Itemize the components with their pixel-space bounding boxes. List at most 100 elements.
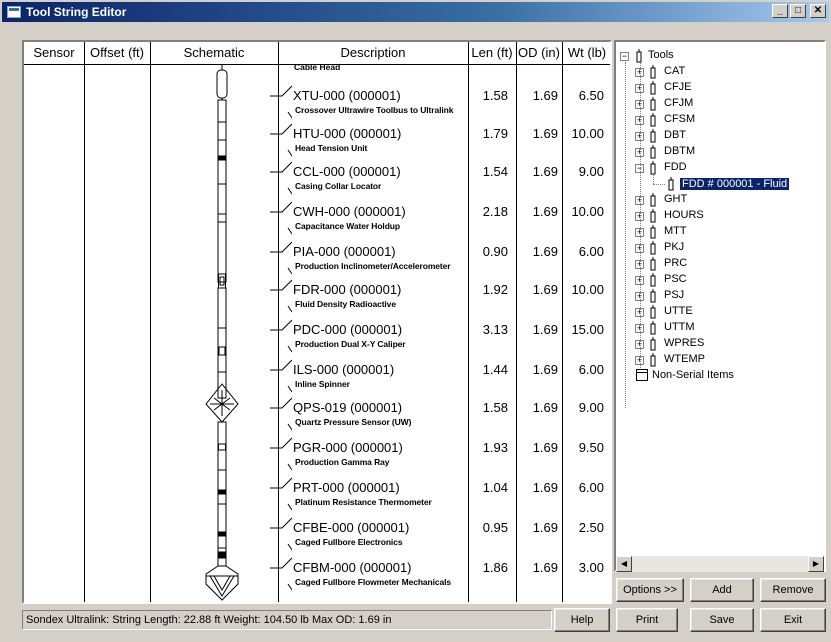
save-button[interactable]: Save: [690, 608, 754, 632]
tree-item-label[interactable]: DBTM: [664, 144, 695, 158]
tool-icon: [650, 353, 656, 367]
tree-item-label[interactable]: UTTE: [664, 304, 693, 318]
tool-icon: [650, 129, 656, 143]
tool-description: Caged Fullbore Electronics: [295, 537, 403, 547]
tree-item-label[interactable]: DBT: [664, 128, 686, 142]
tool-row[interactable]: XTU-000 (000001) Crossover Ultrawire Too…: [270, 82, 610, 120]
tool-icon: [650, 225, 656, 239]
partial-tool-description: Cable Head: [294, 64, 341, 72]
tool-name: PGR-000 (000001): [293, 440, 403, 455]
tree-item-label[interactable]: CFJE: [664, 80, 692, 94]
print-button[interactable]: Print: [616, 608, 678, 632]
tool-row[interactable]: HTU-000 (000001) Head Tension Unit 1.79 …: [270, 120, 610, 158]
tool-row[interactable]: PDC-000 (000001) Production Dual X-Y Cal…: [270, 316, 610, 354]
tool-row[interactable]: FDR-000 (000001) Fluid Density Radioacti…: [270, 276, 610, 314]
tool-row[interactable]: CFBE-000 (000001) Caged Fullbore Electro…: [270, 514, 610, 552]
minimize-button[interactable]: _: [772, 4, 788, 18]
tool-description: Production Dual X-Y Caliper: [295, 339, 406, 349]
tool-icon: [650, 161, 656, 175]
row-connector: [270, 161, 292, 195]
tool-length: 1.86: [482, 560, 508, 575]
tree-root-tools[interactable]: Tools: [648, 48, 674, 62]
tree-item-label[interactable]: UTTM: [664, 320, 695, 334]
tool-name: CWH-000 (000001): [293, 204, 406, 219]
tool-row[interactable]: PRT-000 (000001) Platinum Resistance The…: [270, 474, 610, 512]
tool-length: 0.90: [482, 244, 508, 259]
tool-name: XTU-000 (000001): [293, 88, 401, 103]
remove-button[interactable]: Remove: [760, 578, 826, 602]
tool-description: Casing Collar Locator: [295, 181, 382, 191]
tool-row[interactable]: ILS-000 (000001) Inline Spinner 1.44 1.6…: [270, 356, 610, 394]
row-connector: [270, 397, 292, 431]
tool-od: 1.69: [532, 244, 558, 259]
tool-od: 1.69: [532, 520, 558, 535]
row-connector: [270, 359, 292, 393]
tool-od: 1.69: [532, 126, 558, 141]
scroll-right-button[interactable]: ▶: [808, 556, 824, 572]
tree-item-label[interactable]: PKJ: [664, 240, 684, 254]
folder-icon: [636, 369, 648, 381]
tree-item-label[interactable]: WPRES: [664, 336, 704, 350]
collapse-toggle[interactable]: −: [620, 52, 629, 61]
tool-row[interactable]: PGR-000 (000001) Production Gamma Ray 1.…: [270, 434, 610, 472]
tree-item-label[interactable]: PRC: [664, 256, 687, 270]
tool-string-schematic[interactable]: [172, 64, 278, 604]
tree-item-label[interactable]: FDD: [664, 160, 687, 174]
add-button[interactable]: Add: [690, 578, 754, 602]
tool-weight: 3.00: [578, 560, 604, 575]
tool-string-grid[interactable]: Sensor Offset (ft) Schematic Description…: [22, 40, 612, 604]
tree-item-label[interactable]: CAT: [664, 64, 685, 78]
tool-icon: [650, 337, 656, 351]
tool-weight: 2.50: [578, 520, 604, 535]
column-divider: [84, 42, 85, 602]
tool-row[interactable]: CCL-000 (000001) Casing Collar Locator 1…: [270, 158, 610, 196]
selected-tool-label[interactable]: FDD # 000001 - Fluid: [678, 177, 791, 191]
tool-icon: [650, 145, 656, 159]
tool-description: Capacitance Water Holdup: [295, 221, 400, 231]
tool-name: PIA-000 (000001): [293, 244, 396, 259]
maximize-button[interactable]: □: [790, 4, 806, 18]
tool-icon: [636, 49, 642, 63]
tree-guide-line: [653, 174, 654, 184]
tree-item-label[interactable]: CFSM: [664, 112, 695, 126]
tool-name: ILS-000 (000001): [293, 362, 395, 377]
tree-item-label[interactable]: HOURS: [664, 208, 704, 222]
tree-item-label[interactable]: CFJM: [664, 96, 693, 110]
tree-item-label[interactable]: GHT: [664, 192, 687, 206]
tool-row[interactable]: CWH-000 (000001) Capacitance Water Holdu…: [270, 198, 610, 236]
tree-horizontal-scrollbar[interactable]: ◀ ▶: [616, 556, 824, 572]
tool-icon: [650, 241, 656, 255]
status-bar: Sondex Ultralink: String Length: 22.88 f…: [22, 610, 552, 630]
tool-icon: [650, 305, 656, 319]
tree-item-label[interactable]: PSJ: [664, 288, 684, 302]
tool-row[interactable]: QPS-019 (000001) Quartz Pressure Sensor …: [270, 394, 610, 432]
tree-non-serial-items[interactable]: Non-Serial Items: [652, 368, 734, 382]
tool-length: 3.13: [482, 322, 508, 337]
offset-column-header: Offset (ft): [90, 45, 144, 60]
exit-button[interactable]: Exit: [760, 608, 826, 632]
tool-name: PDC-000 (000001): [293, 322, 403, 337]
row-connector: [270, 241, 292, 275]
tool-od: 1.69: [532, 164, 558, 179]
tool-row[interactable]: CFBM-000 (000001) Caged Fullbore Flowmet…: [270, 554, 610, 592]
tool-icon: [650, 257, 656, 271]
close-button[interactable]: ✕: [810, 4, 826, 18]
help-button[interactable]: Help: [554, 608, 610, 632]
tree-selected-child[interactable]: FDD # 000001 - Fluid: [678, 177, 791, 191]
tree-guide-line: [640, 62, 641, 368]
tool-description: Head Tension Unit: [295, 143, 368, 153]
tree-item-label[interactable]: WTEMP: [664, 352, 705, 366]
tool-row[interactable]: PIA-000 (000001) Production Inclinometer…: [270, 238, 610, 276]
tool-icon: [650, 321, 656, 335]
tool-icon: [650, 65, 656, 79]
tree-item-label[interactable]: PSC: [664, 272, 687, 286]
options-button[interactable]: Options >>: [616, 578, 684, 602]
tree-item-label[interactable]: MTT: [664, 224, 687, 238]
tool-tree[interactable]: − Tools + CAT + CFJE + CFJM + CFSM + DBT: [614, 40, 826, 572]
tool-description: Inline Spinner: [295, 379, 350, 389]
title-bar[interactable]: Tool String Editor _ □ ✕: [2, 2, 829, 22]
tool-name: CCL-000 (000001): [293, 164, 401, 179]
row-connector: [270, 319, 292, 353]
scroll-left-button[interactable]: ◀: [616, 556, 632, 572]
tool-icon: [650, 193, 656, 207]
